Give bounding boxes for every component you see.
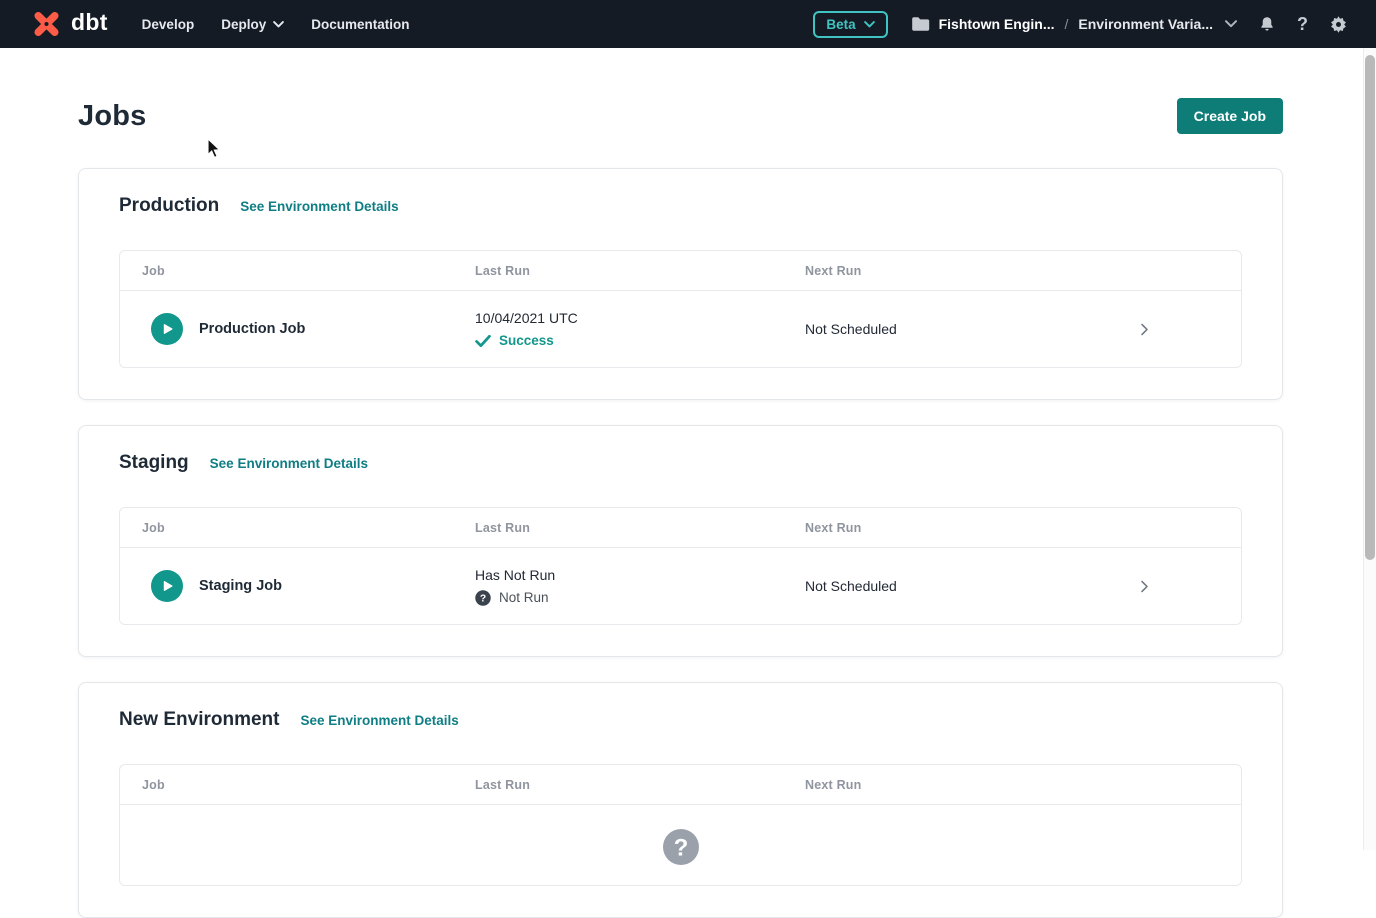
page-header: Jobs Create Job — [78, 98, 1283, 134]
nav-deploy-label: Deploy — [221, 17, 266, 32]
bell-icon — [1258, 15, 1276, 34]
check-icon — [475, 335, 491, 347]
last-run-date: 10/04/2021 UTC — [475, 310, 805, 326]
last-run-status: Success — [475, 333, 805, 348]
play-icon — [160, 579, 174, 593]
see-environment-details-link[interactable]: See Environment Details — [300, 713, 458, 728]
environment-header: New Environment See Environment Details — [119, 709, 1242, 731]
jobs-table: Job Last Run Next Run ? — [119, 764, 1242, 886]
nav-item-deploy[interactable]: Deploy — [221, 17, 284, 32]
breadcrumb-account: Fishtown Engin... — [939, 16, 1055, 32]
chevron-right-icon — [1137, 321, 1152, 338]
environment-header: Production See Environment Details — [119, 195, 1242, 217]
job-cell: Production Job — [120, 313, 475, 345]
jobs-table: Job Last Run Next Run Staging Job Has No… — [119, 507, 1242, 625]
page-title: Jobs — [78, 100, 147, 133]
question-mark-icon: ? — [1297, 15, 1308, 33]
column-header-last-run: Last Run — [475, 264, 805, 278]
next-run-cell: Not Scheduled — [805, 578, 1137, 594]
column-header-next-run: Next Run — [805, 521, 1137, 535]
last-run-cell: 10/04/2021 UTC Success — [475, 310, 805, 348]
svg-text:?: ? — [480, 593, 486, 604]
job-row-production-job[interactable]: Production Job 10/04/2021 UTC Success No… — [120, 291, 1241, 367]
run-job-button[interactable] — [151, 570, 183, 602]
question-circle-icon: ? — [475, 590, 491, 606]
jobs-table-header: Job Last Run Next Run — [120, 251, 1241, 291]
beta-label: Beta — [826, 17, 855, 32]
column-header-job: Job — [120, 264, 475, 278]
status-label: Not Run — [499, 590, 549, 605]
beta-selector[interactable]: Beta — [813, 11, 887, 38]
column-header-next-run: Next Run — [805, 264, 1137, 278]
column-header-last-run: Last Run — [475, 521, 805, 535]
jobs-page: Jobs Create Job Production See Environme… — [0, 98, 1376, 918]
column-header-next-run: Next Run — [805, 778, 1137, 792]
environment-card-new-environment: New Environment See Environment Details … — [78, 682, 1283, 918]
column-header-job: Job — [120, 521, 475, 535]
job-name: Production Job — [199, 321, 305, 337]
main-nav: Develop Deploy Documentation — [142, 17, 410, 32]
job-name: Staging Job — [199, 578, 282, 594]
dbt-logo-icon — [30, 9, 63, 39]
jobs-table: Job Last Run Next Run Production Job 10/… — [119, 250, 1242, 368]
last-run-cell: Has Not Run ? Not Run — [475, 567, 805, 606]
run-job-button[interactable] — [151, 313, 183, 345]
job-cell: Staging Job — [120, 570, 475, 602]
see-environment-details-link[interactable]: See Environment Details — [240, 199, 398, 214]
nav-documentation-label: Documentation — [311, 17, 409, 32]
environment-name: Staging — [119, 452, 189, 474]
folder-icon — [911, 16, 930, 32]
play-icon — [160, 322, 174, 336]
svg-text:?: ? — [673, 835, 688, 862]
jobs-table-header: Job Last Run Next Run — [120, 765, 1241, 805]
nav-item-documentation[interactable]: Documentation — [311, 17, 409, 32]
chevron-down-icon — [273, 21, 284, 28]
project-breadcrumb-selector[interactable]: Fishtown Engin... / Environment Varia... — [911, 16, 1237, 32]
environment-header: Staging See Environment Details — [119, 452, 1242, 474]
next-run-cell: Not Scheduled — [805, 321, 1137, 337]
dbt-home-link[interactable]: dbt — [30, 9, 108, 39]
breadcrumb-separator: / — [1064, 16, 1070, 32]
chevron-down-icon — [864, 21, 875, 28]
gear-icon — [1329, 15, 1348, 34]
environment-card-production: Production See Environment Details Job L… — [78, 168, 1283, 400]
chevron-right-icon — [1137, 578, 1152, 595]
open-job-chevron[interactable] — [1137, 321, 1241, 338]
status-label: Success — [499, 333, 554, 348]
navbar-right: Beta Fishtown Engin... / Environment Var… — [813, 11, 1348, 38]
last-run-status: ? Not Run — [475, 590, 805, 606]
open-job-chevron[interactable] — [1137, 578, 1241, 595]
environment-name: Production — [119, 195, 219, 217]
chevron-down-icon — [1225, 20, 1237, 28]
environment-card-staging: Staging See Environment Details Job Last… — [78, 425, 1283, 657]
empty-jobs-placeholder: ? — [120, 805, 1241, 885]
column-header-last-run: Last Run — [475, 778, 805, 792]
vertical-scrollbar-thumb[interactable] — [1365, 55, 1375, 560]
nav-develop-label: Develop — [142, 17, 195, 32]
notifications-button[interactable] — [1258, 15, 1276, 34]
jobs-table-header: Job Last Run Next Run — [120, 508, 1241, 548]
environment-name: New Environment — [119, 709, 279, 731]
nav-item-develop[interactable]: Develop — [142, 17, 195, 32]
job-row-staging-job[interactable]: Staging Job Has Not Run ? Not Run — [120, 548, 1241, 624]
settings-button[interactable] — [1329, 15, 1348, 34]
last-run-date: Has Not Run — [475, 567, 805, 583]
see-environment-details-link[interactable]: See Environment Details — [210, 456, 368, 471]
breadcrumb-current: Environment Varia... — [1078, 16, 1213, 32]
top-navbar: dbt Develop Deploy Documentation Beta — [0, 0, 1376, 48]
create-job-button[interactable]: Create Job — [1177, 98, 1283, 134]
brand-name: dbt — [71, 11, 108, 37]
help-button[interactable]: ? — [1297, 15, 1308, 33]
question-circle-icon: ? — [662, 828, 700, 885]
vertical-scrollbar-track[interactable] — [1363, 48, 1376, 850]
column-header-job: Job — [120, 778, 475, 792]
